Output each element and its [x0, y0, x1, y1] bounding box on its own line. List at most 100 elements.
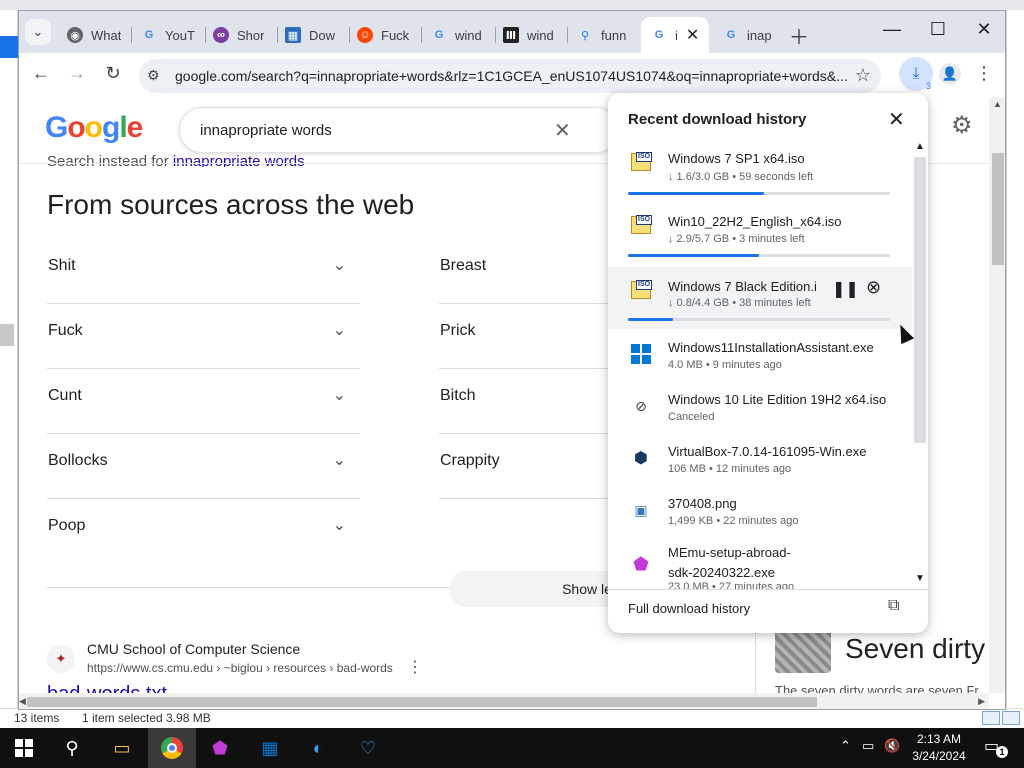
- virtualbox-icon: ⬢: [634, 450, 648, 467]
- search-input[interactable]: innapropriate words: [200, 122, 332, 139]
- download-item[interactable]: Win10_22H2_English_x64.iso ↓ 2.9/5.7 GB …: [608, 207, 912, 269]
- address-bar[interactable]: ⚙ google.com/search?q=innapropriate+word…: [139, 59, 881, 93]
- result-url[interactable]: https://www.cs.cmu.edu › ~biglou › resou…: [87, 661, 393, 675]
- windows-logo-icon: [630, 343, 652, 365]
- tab-9[interactable]: G inap: [713, 17, 785, 53]
- download-icon: ⤓: [912, 65, 920, 82]
- explorer-selection-info: 1 item selected 3.98 MB: [82, 711, 211, 725]
- page-vertical-scrollbar[interactable]: ▲: [989, 97, 1005, 693]
- download-item[interactable]: ⊘ Windows 10 Lite Edition 19H2 x64.iso C…: [608, 385, 912, 437]
- cancel-download-icon[interactable]: ⊗: [866, 277, 881, 298]
- tray-chevron-up-icon[interactable]: ⌃: [840, 738, 851, 754]
- site-info-icon[interactable]: ⚙: [147, 67, 160, 84]
- back-button[interactable]: ←: [29, 63, 53, 84]
- scroll-thumb[interactable]: [27, 697, 817, 707]
- bookmark-star-icon[interactable]: ☆: [855, 65, 871, 86]
- download-item[interactable]: ▣ 370408.png 1,499 KB • 22 minutes ago: [608, 489, 912, 541]
- large-icons-view-icon[interactable]: [1002, 711, 1020, 725]
- pause-icon[interactable]: ❚❚: [832, 279, 859, 299]
- download-progress: [628, 318, 890, 321]
- scroll-left-icon[interactable]: ◀: [19, 696, 26, 707]
- clear-search-icon[interactable]: ✕: [554, 118, 571, 143]
- download-item-hovered[interactable]: Windows 7 Black Edition.i ↓ 0.8/4.4 GB •…: [608, 267, 912, 329]
- iso-file-icon: [630, 214, 653, 236]
- faq-item[interactable]: Fuck ⌄: [47, 304, 360, 369]
- close-icon[interactable]: ✕: [888, 107, 905, 132]
- scroll-thumb[interactable]: [914, 157, 926, 443]
- tab-2[interactable]: ∞ Shor: [203, 17, 277, 53]
- memu-taskbar-icon[interactable]: ⬟: [196, 728, 244, 768]
- maximize-button[interactable]: ☐: [923, 19, 953, 40]
- tab-5[interactable]: G wind: [421, 17, 495, 53]
- result-site-name[interactable]: CMU School of Computer Science: [87, 641, 300, 657]
- tab-3[interactable]: ▦ Dow: [275, 17, 349, 53]
- image-file-icon: ▣: [634, 501, 648, 518]
- search-instead-link[interactable]: innapropriate words: [173, 153, 305, 167]
- reddit-icon: ☺: [357, 27, 373, 43]
- google-icon: G: [434, 29, 444, 41]
- faq-item[interactable]: Cunt ⌄: [47, 369, 360, 434]
- minimize-button[interactable]: —: [877, 19, 907, 40]
- reload-button[interactable]: ↻: [101, 63, 125, 84]
- taskbar-search-icon[interactable]: ⚲: [48, 728, 96, 768]
- system-clock[interactable]: 2:13 AM 3/24/2024: [902, 731, 976, 765]
- windows-taskbar: ⚲ ▭ ⬟ ▦ ◐ ♡ ⌃ ▭ 🔇 2:13 AM 3/24/2024 ▭ 1: [0, 728, 1024, 768]
- network-icon[interactable]: ▭: [862, 738, 874, 754]
- download-item[interactable]: Windows11InstallationAssistant.exe 4.0 M…: [608, 333, 912, 385]
- tab-4[interactable]: ☺ Fuck: [347, 17, 421, 53]
- download-item[interactable]: Windows 7 SP1 x64.iso ↓ 1.6/3.0 GB • 59 …: [608, 145, 912, 207]
- tab-active[interactable]: G i ✕: [641, 17, 709, 53]
- cmu-favicon: ✦: [47, 645, 75, 673]
- forward-button[interactable]: →: [65, 63, 89, 84]
- result-title-link[interactable]: bad-words.txt: [47, 683, 167, 693]
- faq-item[interactable]: Bollocks ⌄: [47, 434, 360, 499]
- page-horizontal-scrollbar[interactable]: ◀ ▶: [19, 693, 989, 709]
- google-logo[interactable]: Google: [45, 111, 143, 145]
- faq-item[interactable]: Poop ⌄: [47, 499, 360, 564]
- close-window-button[interactable]: ✕: [969, 19, 999, 40]
- address-url[interactable]: google.com/search?q=innapropriate+words&…: [175, 68, 847, 84]
- open-in-new-icon[interactable]: ⧉: [888, 597, 899, 615]
- chrome-icon: ◉: [67, 27, 83, 43]
- search-box[interactable]: innapropriate words ✕: [179, 107, 619, 153]
- tab-search-button[interactable]: ⌄: [25, 19, 51, 45]
- windows-installer-taskbar-icon[interactable]: ▦: [246, 728, 294, 768]
- google-icon: G: [654, 29, 664, 41]
- scroll-down-icon[interactable]: ▼: [915, 573, 925, 584]
- download-item[interactable]: ⬟ MEmu-setup-abroad- sdk-20240322.exe 23…: [608, 541, 912, 589]
- iso-file-icon: [630, 151, 653, 173]
- notification-center-icon[interactable]: ▭ 1: [984, 736, 1008, 758]
- tab-7[interactable]: ⚲ funn: [567, 17, 641, 53]
- scroll-right-icon[interactable]: ▶: [978, 696, 985, 707]
- edge-taskbar-icon[interactable]: ◐: [294, 728, 342, 768]
- settings-gear-icon[interactable]: ⚙: [951, 111, 973, 140]
- profile-avatar[interactable]: 👤: [939, 63, 961, 85]
- full-download-history-link[interactable]: Full download history: [628, 601, 750, 616]
- start-button[interactable]: [0, 728, 48, 768]
- notification-count: 1: [996, 746, 1008, 758]
- knowledge-panel-image[interactable]: [775, 629, 831, 673]
- scroll-up-icon[interactable]: ▲: [993, 99, 1002, 109]
- more-menu-icon[interactable]: ⋮: [975, 63, 993, 84]
- download-item[interactable]: ⬢ VirtualBox-7.0.14-161095-Win.exe 106 M…: [608, 437, 912, 489]
- tab-0[interactable]: ◉ What: [57, 17, 129, 53]
- clock-time: 2:13 AM: [916, 732, 962, 746]
- scroll-up-icon[interactable]: ▲: [915, 141, 925, 152]
- file-explorer-icon[interactable]: ▭: [98, 728, 146, 768]
- tab-1[interactable]: G YouT: [131, 17, 203, 53]
- scroll-thumb[interactable]: [992, 153, 1004, 265]
- downloads-button[interactable]: ⤓ 3: [899, 57, 933, 91]
- chart-icon: ▦: [285, 27, 301, 43]
- chrome-taskbar-icon[interactable]: [148, 728, 196, 768]
- tab-6[interactable]: Ⅲ wind: [493, 17, 567, 53]
- details-view-icon[interactable]: [982, 711, 1000, 725]
- close-tab-icon[interactable]: ✕: [686, 25, 699, 45]
- download-list-scrollbar[interactable]: ▲ ▼: [912, 141, 928, 589]
- new-tab-button[interactable]: ＋: [789, 21, 809, 50]
- health-app-taskbar-icon[interactable]: ♡: [344, 728, 392, 768]
- volume-muted-icon[interactable]: 🔇: [884, 738, 900, 754]
- faq-item[interactable]: Shit ⌄: [47, 239, 360, 304]
- result-more-icon[interactable]: ⋮: [407, 657, 423, 677]
- download-bubble-title: Recent download history: [628, 111, 807, 128]
- clock-date: 3/24/2024: [912, 749, 966, 763]
